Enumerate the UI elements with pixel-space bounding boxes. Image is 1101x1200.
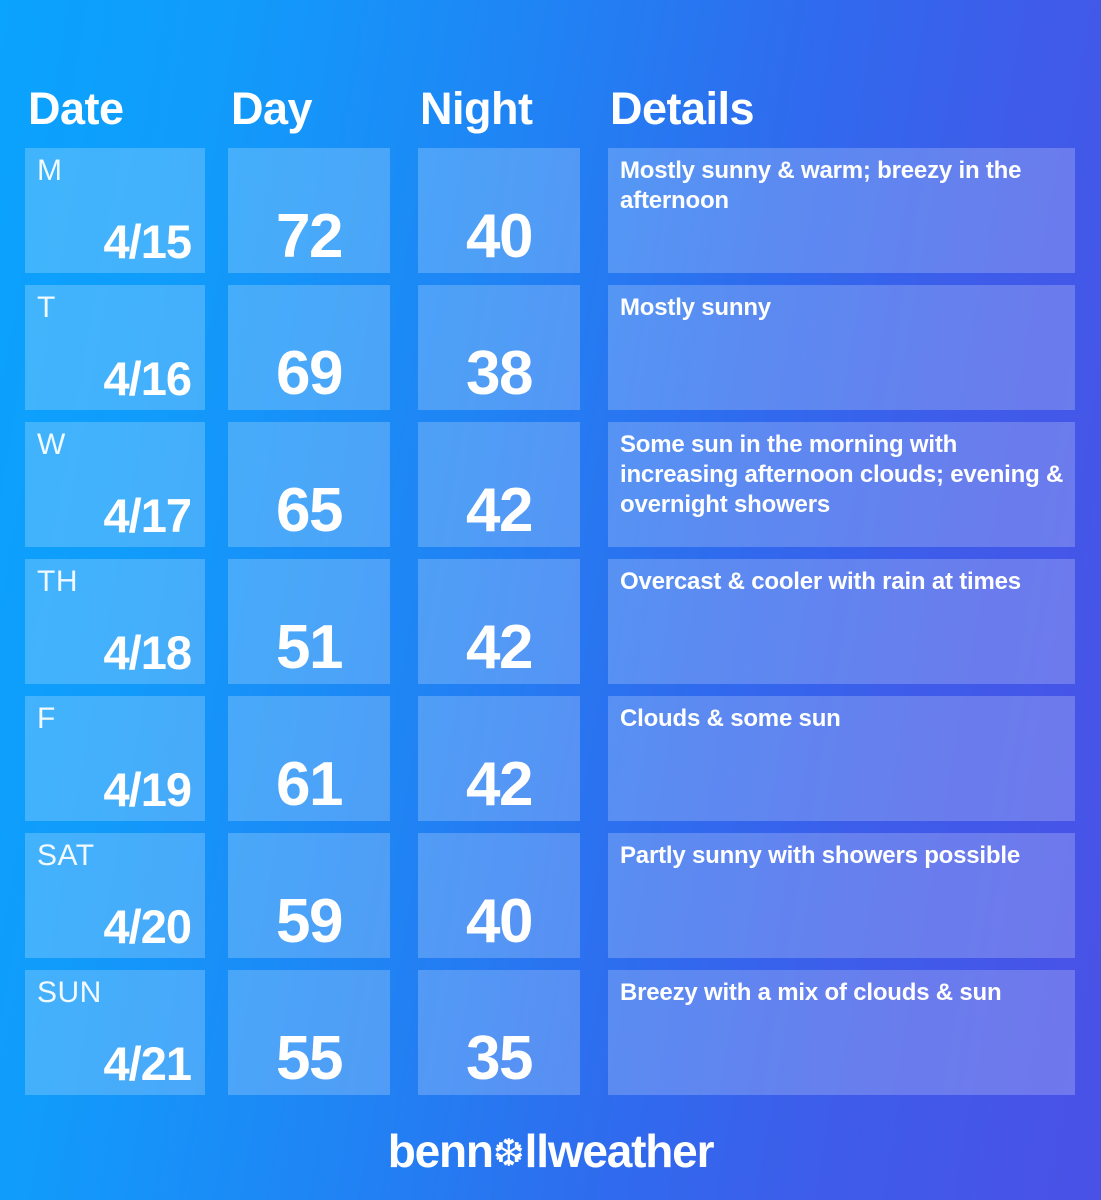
details-text: Overcast & cooler with rain at times bbox=[620, 568, 1021, 595]
day-temp-cell: 65 bbox=[228, 422, 390, 547]
night-temp-cell: 35 bbox=[418, 970, 580, 1095]
day-temp-cell: 61 bbox=[228, 696, 390, 821]
date-value: 4/15 bbox=[103, 215, 192, 268]
brand-logo: benn❆llweather bbox=[387, 1124, 715, 1182]
night-temp-cell: 38 bbox=[418, 285, 580, 410]
brand-prefix: benn bbox=[387, 1125, 494, 1177]
column-header-day: Day bbox=[231, 83, 313, 134]
date-cell: T 4/16 bbox=[25, 285, 205, 410]
day-temp-cell: 69 bbox=[228, 285, 390, 410]
night-temp-value: 40 bbox=[466, 887, 533, 956]
night-temp-value: 42 bbox=[466, 613, 533, 682]
day-temp-value: 55 bbox=[276, 1024, 343, 1093]
brand-suffix: llweather bbox=[524, 1125, 715, 1177]
day-temp-cell: 72 bbox=[228, 148, 390, 273]
date-cell: SUN 4/21 bbox=[25, 970, 205, 1095]
snowflake-icon: ❆ bbox=[492, 1133, 525, 1175]
night-temp-cell: 42 bbox=[418, 422, 580, 547]
date-value: 4/21 bbox=[103, 1037, 192, 1090]
details-cell: Breezy with a mix of clouds & sun bbox=[608, 970, 1075, 1095]
table-header: Date Day Night Details bbox=[0, 78, 1101, 140]
day-of-week-label: F bbox=[37, 702, 56, 735]
details-text: Breezy with a mix of clouds & sun bbox=[620, 979, 1002, 1006]
day-of-week-label: T bbox=[37, 291, 56, 324]
day-temp-cell: 55 bbox=[228, 970, 390, 1095]
table-row: SUN 4/21 55 35 Breezy with a mix of clou… bbox=[0, 970, 1101, 1095]
date-value: 4/16 bbox=[103, 352, 192, 405]
day-temp-cell: 59 bbox=[228, 833, 390, 958]
table-row: SAT 4/20 59 40 Partly sunny with showers… bbox=[0, 833, 1101, 958]
day-of-week-label: SUN bbox=[37, 976, 102, 1009]
column-header-date: Date bbox=[28, 83, 124, 134]
day-temp-value: 72 bbox=[276, 202, 343, 271]
day-temp-cell: 51 bbox=[228, 559, 390, 684]
date-cell: TH 4/18 bbox=[25, 559, 205, 684]
night-temp-value: 42 bbox=[466, 476, 533, 545]
details-cell: Mostly sunny & warm; breezy in the after… bbox=[608, 148, 1075, 273]
day-of-week-label: W bbox=[37, 428, 66, 461]
weather-forecast-poster: Date Day Night Details M 4/15 72 40 Most… bbox=[0, 0, 1101, 1200]
day-temp-value: 69 bbox=[276, 339, 343, 408]
date-cell: SAT 4/20 bbox=[25, 833, 205, 958]
footer: benn❆llweather bbox=[0, 1124, 1101, 1182]
date-value: 4/18 bbox=[103, 626, 192, 679]
night-temp-cell: 42 bbox=[418, 559, 580, 684]
night-temp-cell: 40 bbox=[418, 833, 580, 958]
day-of-week-label: TH bbox=[37, 565, 78, 598]
table-row: TH 4/18 51 42 Overcast & cooler with rai… bbox=[0, 559, 1101, 684]
night-temp-value: 40 bbox=[466, 202, 533, 271]
day-of-week-label: SAT bbox=[37, 839, 95, 872]
details-cell: Some sun in the morning with increasing … bbox=[608, 422, 1075, 547]
table-row: M 4/15 72 40 Mostly sunny & warm; breezy… bbox=[0, 148, 1101, 273]
date-value: 4/20 bbox=[103, 900, 192, 953]
column-header-details: Details bbox=[610, 83, 755, 134]
details-text: Clouds & some sun bbox=[620, 705, 841, 732]
night-temp-value: 38 bbox=[466, 339, 533, 408]
day-temp-value: 59 bbox=[276, 887, 343, 956]
details-cell: Overcast & cooler with rain at times bbox=[608, 559, 1075, 684]
table-row: W 4/17 65 42 Some sun in the morning wit… bbox=[0, 422, 1101, 547]
night-temp-value: 42 bbox=[466, 750, 533, 819]
details-text: Some sun in the morning with increasing … bbox=[620, 431, 1064, 518]
details-text: Mostly sunny bbox=[620, 294, 771, 321]
day-temp-value: 51 bbox=[276, 613, 343, 682]
table-row: F 4/19 61 42 Clouds & some sun bbox=[0, 696, 1101, 821]
details-text: Partly sunny with showers possible bbox=[620, 842, 1020, 869]
night-temp-cell: 40 bbox=[418, 148, 580, 273]
forecast-grid: M 4/15 72 40 Mostly sunny & warm; breezy… bbox=[0, 148, 1101, 1107]
table-row: T 4/16 69 38 Mostly sunny bbox=[0, 285, 1101, 410]
details-cell: Clouds & some sun bbox=[608, 696, 1075, 821]
day-of-week-label: M bbox=[37, 154, 63, 187]
night-temp-cell: 42 bbox=[418, 696, 580, 821]
details-text: Mostly sunny & warm; breezy in the after… bbox=[620, 157, 1022, 214]
day-temp-value: 65 bbox=[276, 476, 343, 545]
day-temp-value: 61 bbox=[276, 750, 343, 819]
details-cell: Mostly sunny bbox=[608, 285, 1075, 410]
column-header-night: Night bbox=[420, 83, 533, 134]
details-cell: Partly sunny with showers possible bbox=[608, 833, 1075, 958]
night-temp-value: 35 bbox=[466, 1024, 533, 1093]
date-value: 4/17 bbox=[103, 489, 192, 542]
date-cell: W 4/17 bbox=[25, 422, 205, 547]
date-cell: F 4/19 bbox=[25, 696, 205, 821]
date-cell: M 4/15 bbox=[25, 148, 205, 273]
date-value: 4/19 bbox=[103, 763, 192, 816]
